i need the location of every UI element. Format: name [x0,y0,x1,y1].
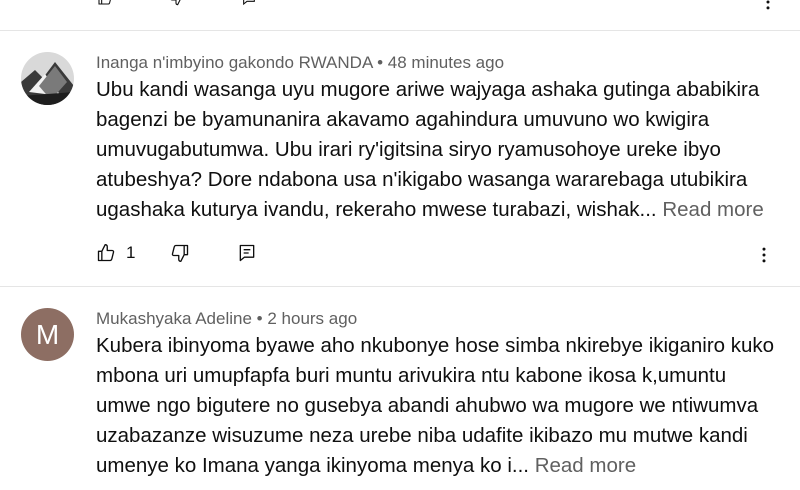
comment-actions: 1 [96,243,786,267]
comment-meta: Mukashyaka Adeline • 2 hours ago [96,309,357,329]
comment-body: Kubera ibinyoma byawe aho nkubonye hose … [96,334,775,477]
previous-comment-actions [0,0,800,31]
comment-time: 48 minutes ago [387,53,505,72]
thumb-down-icon [171,244,189,262]
avatar[interactable] [21,52,74,105]
reply-icon[interactable] [240,0,258,6]
comment-time: 2 hours ago [267,309,358,328]
meta-separator: • [256,309,263,328]
comment-item: M Mukashyaka Adeline • 2 hours ago Kuber… [0,287,800,490]
comment-body: Ubu kandi wasanga uyu mugore ariwe wajya… [96,78,760,221]
meta-separator: • [377,53,384,72]
read-more-link[interactable]: Read more [662,198,763,221]
reply-button[interactable] [237,243,257,263]
like-count: 1 [126,243,136,262]
comment-meta: Inanga n'imbyino gakondo RWANDA • 48 min… [96,53,504,73]
comment-item: Inanga n'imbyino gakondo RWANDA • 48 min… [0,31,800,287]
dislike-button[interactable] [170,243,190,263]
more-vertical-icon[interactable] [758,0,778,12]
like-button[interactable]: 1 [96,243,135,263]
comment-text: Kubera ibinyoma byawe aho nkubonye hose … [96,331,786,481]
thumb-up-icon [97,244,115,262]
read-more-link[interactable]: Read more [535,454,636,477]
photo-avatar-icon [21,52,74,105]
reply-icon [239,244,255,262]
more-vertical-icon[interactable] [754,245,774,265]
avatar[interactable]: M [21,308,74,361]
thumb-up-icon[interactable] [96,0,114,6]
thumb-down-icon[interactable] [168,0,186,6]
author-name[interactable]: Inanga n'imbyino gakondo RWANDA [96,53,372,72]
avatar-letter: M [35,318,60,350]
author-name[interactable]: Mukashyaka Adeline [96,309,252,328]
comment-text: Ubu kandi wasanga uyu mugore ariwe wajya… [96,75,786,225]
